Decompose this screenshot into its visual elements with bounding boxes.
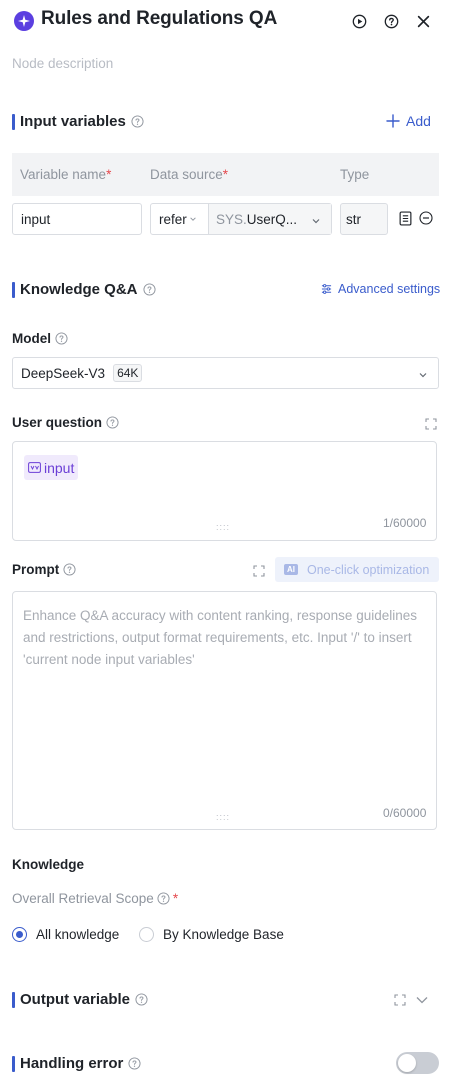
radio-by-knowledge-base-label: By Knowledge Base xyxy=(163,927,284,942)
user-question-variable-tag[interactable]: input xyxy=(24,455,79,480)
question-circle-icon[interactable] xyxy=(131,115,144,128)
question-circle-icon[interactable] xyxy=(55,332,68,345)
variable-type-field: str xyxy=(340,203,388,235)
user-question-counter: 1/60000 xyxy=(383,516,427,530)
chevron-down-icon xyxy=(419,373,427,378)
expand-icon[interactable] xyxy=(253,564,265,582)
input-variables-header: Input variables xyxy=(12,113,144,130)
output-variable-title: Output variable xyxy=(20,991,131,1008)
resize-grip-icon[interactable]: :::: xyxy=(216,812,230,822)
handling-error-header: Handling error xyxy=(12,1055,141,1072)
col-variable-name: Variable name* xyxy=(20,167,112,182)
section-accent-bar xyxy=(12,113,15,130)
question-circle-icon[interactable] xyxy=(128,1057,141,1070)
advanced-settings-link[interactable]: Advanced settings xyxy=(321,282,440,296)
model-context-badge: 64K xyxy=(113,364,143,382)
one-click-optimization-button[interactable]: AI One-click optimization xyxy=(275,557,439,582)
variable-type-value: str xyxy=(346,211,361,227)
question-circle-icon[interactable] xyxy=(157,892,170,905)
knowledge-qa-header: Knowledge Q&A xyxy=(12,281,156,298)
chevron-down-icon xyxy=(312,219,320,224)
retrieval-scope-label-row: Overall Retrieval Scope * xyxy=(12,891,178,906)
knowledge-qa-title: Knowledge Q&A xyxy=(20,281,138,298)
help-question-icon[interactable] xyxy=(383,13,399,29)
add-variable-button[interactable]: Add xyxy=(386,113,431,129)
document-icon[interactable] xyxy=(399,211,412,231)
section-accent-bar xyxy=(12,281,15,298)
chevron-down-icon[interactable] xyxy=(415,993,429,1011)
question-circle-icon[interactable] xyxy=(106,416,119,429)
user-question-label: User question xyxy=(12,415,103,430)
expand-icon[interactable] xyxy=(425,417,437,435)
question-circle-icon[interactable] xyxy=(63,563,76,576)
resize-grip-icon[interactable]: :::: xyxy=(216,522,230,532)
variable-icon xyxy=(28,462,41,473)
user-question-label-row: User question xyxy=(12,415,119,430)
variables-table-header: Variable name* Data source* Type xyxy=(12,153,439,196)
col-data-source: Data source* xyxy=(150,167,229,182)
toggle-knob[interactable] xyxy=(398,1054,416,1072)
prompt-placeholder: Enhance Q&A accuracy with content rankin… xyxy=(23,608,417,667)
question-circle-icon[interactable] xyxy=(142,283,156,296)
variable-name-value: input xyxy=(21,211,51,227)
node-logo-sparkle-icon xyxy=(14,11,34,31)
radio-all-knowledge[interactable]: All knowledge xyxy=(12,927,119,942)
run-play-icon[interactable] xyxy=(351,13,367,29)
node-description-input[interactable]: Node description xyxy=(12,56,113,71)
source-mode-value: refer xyxy=(159,211,187,227)
add-label: Add xyxy=(406,113,431,129)
section-accent-bar xyxy=(12,1055,15,1072)
radio-all-knowledge-label: All knowledge xyxy=(36,927,120,942)
node-title[interactable]: Rules and Regulations QA xyxy=(41,8,277,30)
prompt-counter: 0/60000 xyxy=(383,806,427,820)
model-name: DeepSeek-V3 xyxy=(21,365,106,381)
ai-icon: AI xyxy=(284,564,298,575)
section-accent-bar xyxy=(12,991,15,1008)
data-source-selector[interactable]: refer SYS. UserQ... xyxy=(150,203,332,235)
required-mark: * xyxy=(172,891,179,906)
one-click-optimization-label: One-click optimization xyxy=(307,562,430,577)
source-prefix: SYS. xyxy=(216,211,247,227)
handling-error-title: Handling error xyxy=(20,1055,124,1072)
variable-tag-label: input xyxy=(44,459,75,476)
sliders-icon xyxy=(321,284,332,294)
prompt-label-row: Prompt xyxy=(12,562,76,577)
retrieval-scope-label: Overall Retrieval Scope xyxy=(12,891,154,906)
prompt-label: Prompt xyxy=(12,562,60,577)
remove-row-minus-circle-icon[interactable] xyxy=(419,211,433,230)
question-circle-icon[interactable] xyxy=(135,993,148,1006)
expand-icon[interactable] xyxy=(394,993,406,1011)
radio-unselected-icon[interactable] xyxy=(139,927,154,942)
chevron-down-icon xyxy=(190,217,196,221)
knowledge-label: Knowledge xyxy=(12,857,85,872)
model-label-row: Model xyxy=(12,331,68,346)
output-variable-header[interactable]: Output variable xyxy=(12,991,148,1008)
close-icon[interactable] xyxy=(415,13,431,29)
model-select[interactable]: DeepSeek-V3 64K xyxy=(12,357,439,389)
model-label: Model xyxy=(12,331,51,346)
radio-by-knowledge-base[interactable]: By Knowledge Base xyxy=(139,927,284,942)
input-variables-title: Input variables xyxy=(20,113,126,130)
advanced-settings-label: Advanced settings xyxy=(338,282,441,296)
source-mode-select[interactable]: refer xyxy=(151,204,209,234)
plus-icon xyxy=(386,114,400,128)
col-type: Type xyxy=(340,167,370,182)
variable-name-input[interactable]: input xyxy=(12,203,142,235)
source-value: UserQ... xyxy=(246,211,298,227)
radio-selected-icon[interactable] xyxy=(12,927,27,942)
